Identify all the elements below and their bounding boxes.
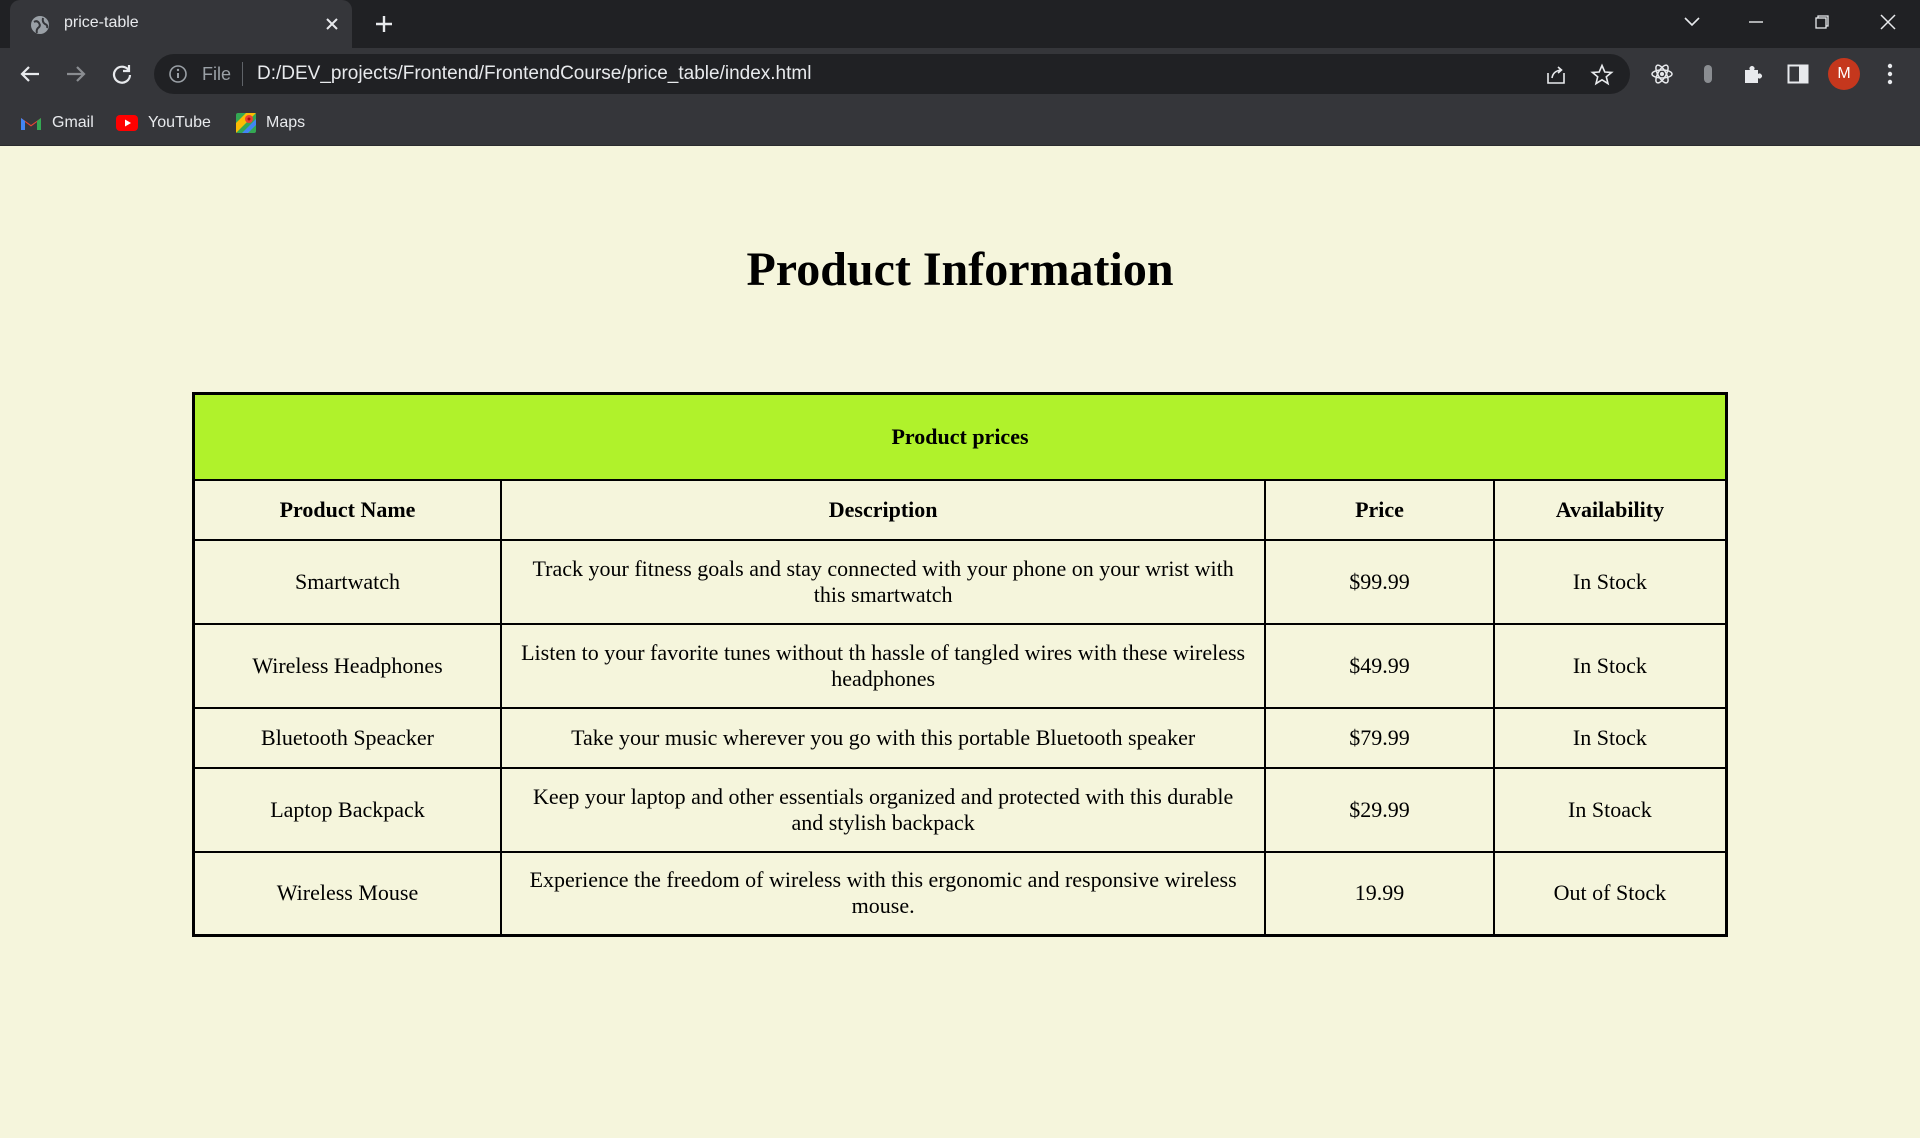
bookmark-youtube[interactable]: YouTube — [116, 112, 211, 134]
availability-cell: In Stock — [1492, 622, 1728, 709]
url-text[interactable]: D:/DEV_projects/Frontend/FrontendCourse/… — [257, 63, 811, 85]
extensions-puzzle-icon[interactable] — [1739, 60, 1767, 88]
maps-icon — [236, 113, 256, 133]
bookmark-label: Gmail — [52, 114, 94, 131]
bookmark-gmail[interactable]: Gmail — [20, 112, 94, 134]
profile-avatar[interactable]: M — [1828, 58, 1860, 90]
header-price: Price — [1264, 478, 1495, 541]
table-caption: Product prices — [192, 392, 1728, 481]
table-header-row: Product Name Description Price Availabil… — [192, 478, 1728, 541]
url-separator — [242, 62, 243, 86]
price-cell: 19.99 — [1264, 850, 1495, 937]
price-cell: $99.99 — [1264, 538, 1495, 625]
availability-cell: In Stock — [1492, 706, 1728, 769]
back-icon[interactable] — [14, 58, 46, 90]
availability-cell: Out of Stock — [1492, 850, 1728, 937]
table-row: Laptop Backpack Keep your laptop and oth… — [192, 766, 1728, 853]
description-cell: Listen to your favorite tunes without th… — [500, 622, 1267, 709]
page-content: Product Information Product prices Produ… — [0, 146, 1920, 1138]
table-row: Smartwatch Track your fitness goals and … — [192, 538, 1728, 625]
browser-tab[interactable]: price-table — [10, 0, 352, 48]
close-tab-icon[interactable] — [318, 10, 346, 38]
bookmark-label: Maps — [266, 114, 306, 131]
share-icon[interactable] — [1544, 63, 1568, 87]
globe-icon — [31, 16, 49, 34]
bookmark-maps[interactable]: Maps — [236, 112, 305, 134]
more-menu-icon[interactable] — [1876, 60, 1904, 88]
product-name-cell: Wireless Mouse — [192, 850, 503, 937]
table-caption-row: Product prices — [192, 392, 1728, 481]
react-devtools-icon[interactable] — [1648, 60, 1676, 88]
header-availability: Availability — [1492, 478, 1728, 541]
side-panel-icon[interactable] — [1784, 60, 1812, 88]
table-row: Bluetooth Speacker Take your music where… — [192, 706, 1728, 769]
bookmarks-bar: Gmail YouTube Maps — [0, 100, 1920, 146]
product-name-cell: Laptop Backpack — [192, 766, 503, 853]
bookmark-star-icon[interactable] — [1590, 63, 1614, 87]
minimize-icon[interactable] — [1736, 4, 1776, 40]
tab-title: price-table — [64, 14, 139, 31]
table-row: Wireless Headphones Listen to your favor… — [192, 622, 1728, 709]
product-name-cell: Smartwatch — [192, 538, 503, 625]
product-name-cell: Bluetooth Speacker — [192, 706, 503, 769]
new-tab-icon[interactable] — [370, 10, 398, 38]
description-cell: Experience the freedom of wireless with … — [500, 850, 1267, 937]
site-info-icon[interactable] — [168, 64, 188, 84]
price-cell: $49.99 — [1264, 622, 1495, 709]
description-cell: Track your fitness goals and stay connec… — [500, 538, 1267, 625]
description-cell: Keep your laptop and other essentials or… — [500, 766, 1267, 853]
forward-icon[interactable] — [60, 58, 92, 90]
gmail-icon — [21, 118, 41, 130]
availability-cell: In Stoack — [1492, 766, 1728, 853]
restore-icon[interactable] — [1802, 4, 1842, 40]
header-description: Description — [500, 478, 1267, 541]
price-cell: $29.99 — [1264, 766, 1495, 853]
description-cell: Take your music wherever you go with thi… — [500, 706, 1267, 769]
availability-cell: In Stock — [1492, 538, 1728, 625]
price-table: Product prices Product Name Description … — [192, 392, 1728, 937]
address-bar[interactable]: File D:/DEV_projects/Frontend/FrontendCo… — [154, 54, 1630, 94]
page-title: Product Information — [746, 243, 1174, 296]
price-cell: $79.99 — [1264, 706, 1495, 769]
table-row: Wireless Mouse Experience the freedom of… — [192, 850, 1728, 937]
window-close-icon[interactable] — [1868, 4, 1908, 40]
youtube-icon — [116, 115, 138, 131]
browser-toolbar: File D:/DEV_projects/Frontend/FrontendCo… — [0, 48, 1920, 100]
reload-icon[interactable] — [106, 58, 138, 90]
url-scheme-label: File — [202, 64, 232, 84]
header-product-name: Product Name — [192, 478, 503, 541]
extension-gray-icon[interactable] — [1694, 60, 1722, 88]
browser-titlebar: price-table — [0, 0, 1920, 48]
bookmark-label: YouTube — [148, 114, 211, 131]
product-name-cell: Wireless Headphones — [192, 622, 503, 709]
tab-search-chevron-icon[interactable] — [1672, 4, 1712, 40]
